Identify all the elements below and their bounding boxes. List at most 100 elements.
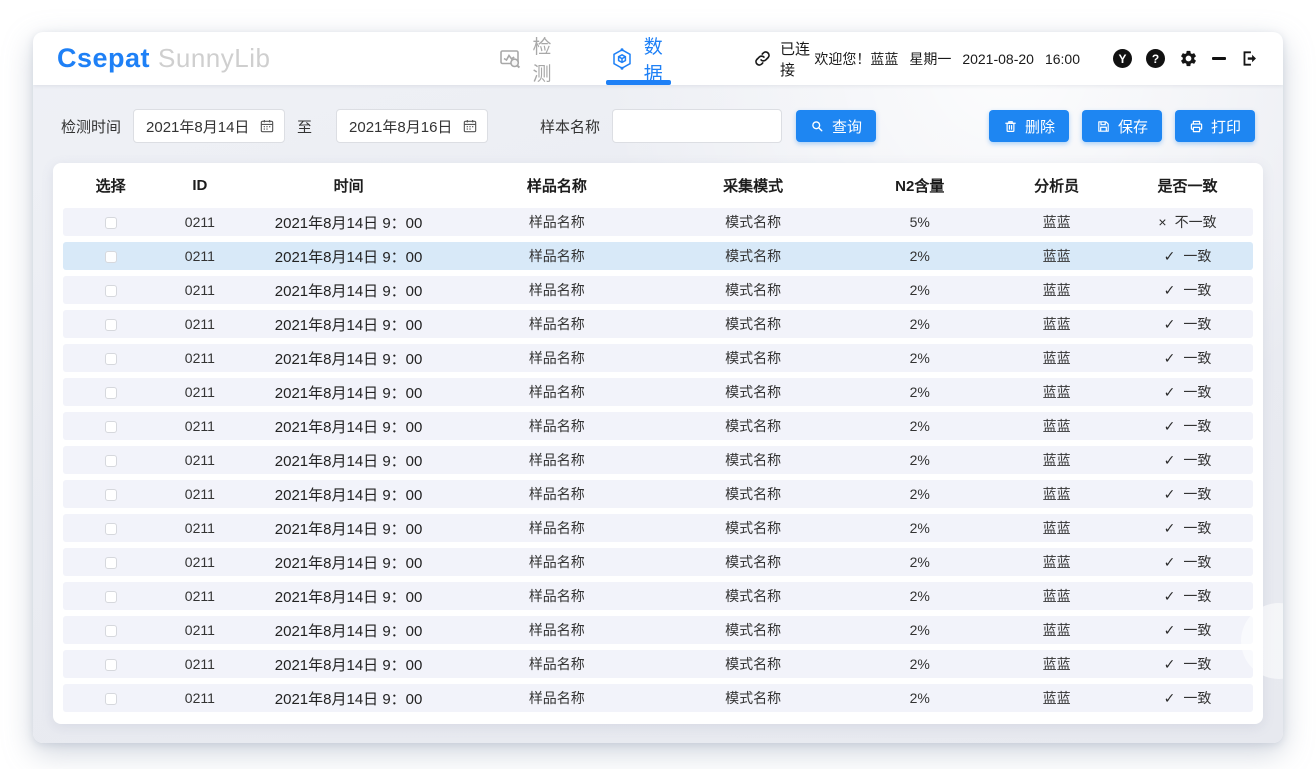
match-label: 一致 [1183, 552, 1211, 572]
col-header-n2: N2含量 [848, 175, 991, 196]
table-row[interactable]: 0211 2021年8月14日 9：00 样品名称 模式名称 2% 蓝蓝 ✓ 一… [63, 344, 1253, 372]
row-select-cell [63, 520, 158, 536]
cell-id: 0211 [158, 350, 241, 366]
match-label: 一致 [1183, 246, 1211, 266]
match-icon: ✓ [1164, 350, 1176, 367]
row-checkbox[interactable] [105, 421, 117, 433]
row-checkbox[interactable] [105, 319, 117, 331]
match-icon: × [1158, 214, 1166, 230]
cell-n2: 2% [848, 418, 991, 434]
cell-time: 2021年8月14日 9：00 [241, 620, 455, 641]
cell-analyst: 蓝蓝 [991, 314, 1122, 334]
row-checkbox[interactable] [105, 523, 117, 535]
row-checkbox[interactable] [105, 285, 117, 297]
cell-match: ✓ 一致 [1122, 416, 1253, 436]
cell-time: 2021年8月14日 9：00 [241, 552, 455, 573]
table-row[interactable]: 0211 2021年8月14日 9：00 样品名称 模式名称 2% 蓝蓝 ✓ 一… [63, 650, 1253, 678]
cell-id: 0211 [158, 554, 241, 570]
table-row[interactable]: 0211 2021年8月14日 9：00 样品名称 模式名称 2% 蓝蓝 ✓ 一… [63, 480, 1253, 508]
logout-icon[interactable] [1240, 49, 1259, 68]
cell-n2: 2% [848, 350, 991, 366]
row-checkbox[interactable] [105, 693, 117, 705]
row-checkbox[interactable] [105, 591, 117, 603]
cell-id: 0211 [158, 656, 241, 672]
cell-analyst: 蓝蓝 [991, 280, 1122, 300]
row-checkbox[interactable] [105, 557, 117, 569]
table-row[interactable]: 0211 2021年8月14日 9：00 样品名称 模式名称 5% 蓝蓝 × 不… [63, 208, 1253, 236]
row-checkbox[interactable] [105, 625, 117, 637]
col-header-id: ID [158, 177, 241, 194]
table-row[interactable]: 0211 2021年8月14日 9：00 样品名称 模式名称 2% 蓝蓝 ✓ 一… [63, 446, 1253, 474]
cell-n2: 2% [848, 520, 991, 536]
table-row[interactable]: 0211 2021年8月14日 9：00 样品名称 模式名称 2% 蓝蓝 ✓ 一… [63, 582, 1253, 610]
print-button[interactable]: 打印 [1175, 110, 1255, 142]
table-row[interactable]: 0211 2021年8月14日 9：00 样品名称 模式名称 2% 蓝蓝 ✓ 一… [63, 310, 1253, 338]
table-row[interactable]: 0211 2021年8月14日 9：00 样品名称 模式名称 2% 蓝蓝 ✓ 一… [63, 276, 1253, 304]
cell-n2: 2% [848, 486, 991, 502]
table-row[interactable]: 0211 2021年8月14日 9：00 样品名称 模式名称 2% 蓝蓝 ✓ 一… [63, 378, 1253, 406]
search-icon [810, 119, 825, 134]
cell-time: 2021年8月14日 9：00 [241, 314, 455, 335]
row-checkbox[interactable] [105, 353, 117, 365]
match-label: 一致 [1183, 620, 1211, 640]
delete-button[interactable]: 删除 [989, 110, 1069, 142]
help-circle-icon[interactable]: ? [1146, 49, 1165, 68]
date-to-input[interactable]: 2021年8月16日 [336, 109, 488, 143]
main-nav: 检测 数据 [498, 32, 667, 85]
save-button[interactable]: 保存 [1082, 110, 1162, 142]
query-button[interactable]: 查询 [796, 110, 876, 142]
tab-data[interactable]: 数据 [610, 32, 667, 85]
match-icon: ✓ [1164, 384, 1176, 401]
logo-primary: Csepat [57, 43, 150, 74]
cell-id: 0211 [158, 588, 241, 604]
match-icon: ✓ [1164, 588, 1176, 605]
col-header-time: 时间 [241, 175, 455, 196]
cell-id: 0211 [158, 486, 241, 502]
row-checkbox[interactable] [105, 489, 117, 501]
gear-icon[interactable] [1179, 49, 1198, 68]
table-row[interactable]: 0211 2021年8月14日 9：00 样品名称 模式名称 2% 蓝蓝 ✓ 一… [63, 548, 1253, 576]
save-icon [1096, 119, 1111, 134]
minimize-icon[interactable] [1212, 57, 1226, 60]
cell-match: ✓ 一致 [1122, 484, 1253, 504]
sample-name-input[interactable] [612, 109, 782, 143]
wrench-circle-icon[interactable]: Y [1113, 49, 1132, 68]
cell-id: 0211 [158, 452, 241, 468]
detect-time-label: 检测时间 [61, 116, 121, 137]
match-icon: ✓ [1164, 690, 1176, 707]
row-checkbox[interactable] [105, 251, 117, 263]
table-row[interactable]: 0211 2021年8月14日 9：00 样品名称 模式名称 2% 蓝蓝 ✓ 一… [63, 684, 1253, 712]
cell-mode: 模式名称 [658, 450, 848, 470]
cell-n2: 2% [848, 282, 991, 298]
match-label: 一致 [1183, 450, 1211, 470]
cell-id: 0211 [158, 214, 241, 230]
date-from-input[interactable]: 2021年8月14日 [133, 109, 285, 143]
table-row[interactable]: 0211 2021年8月14日 9：00 样品名称 模式名称 2% 蓝蓝 ✓ 一… [63, 514, 1253, 542]
match-icon: ✓ [1164, 418, 1176, 435]
cell-sample: 样品名称 [456, 212, 658, 232]
row-checkbox[interactable] [105, 659, 117, 671]
page: Csepat SunnyLib 检测 [0, 0, 1316, 769]
window-controls: Y ? [1113, 49, 1259, 68]
table-row[interactable]: 0211 2021年8月14日 9：00 样品名称 模式名称 2% 蓝蓝 ✓ 一… [63, 412, 1253, 440]
col-header-sample: 样品名称 [456, 175, 658, 196]
tab-detection[interactable]: 检测 [498, 32, 555, 85]
cell-sample: 样品名称 [456, 348, 658, 368]
cell-match: ✓ 一致 [1122, 280, 1253, 300]
cell-id: 0211 [158, 690, 241, 706]
row-checkbox[interactable] [105, 217, 117, 229]
cell-id: 0211 [158, 520, 241, 536]
row-checkbox[interactable] [105, 387, 117, 399]
cell-sample: 样品名称 [456, 654, 658, 674]
row-select-cell [63, 214, 158, 230]
match-icon: ✓ [1164, 622, 1176, 639]
cell-match: ✓ 一致 [1122, 552, 1253, 572]
table-row[interactable]: 0211 2021年8月14日 9：00 样品名称 模式名称 2% 蓝蓝 ✓ 一… [63, 242, 1253, 270]
match-label: 一致 [1183, 484, 1211, 504]
cell-time: 2021年8月14日 9：00 [241, 518, 455, 539]
cell-n2: 2% [848, 452, 991, 468]
table-row[interactable]: 0211 2021年8月14日 9：00 样品名称 模式名称 2% 蓝蓝 ✓ 一… [63, 616, 1253, 644]
cell-match: ✓ 一致 [1122, 620, 1253, 640]
row-checkbox[interactable] [105, 455, 117, 467]
cell-mode: 模式名称 [658, 552, 848, 572]
